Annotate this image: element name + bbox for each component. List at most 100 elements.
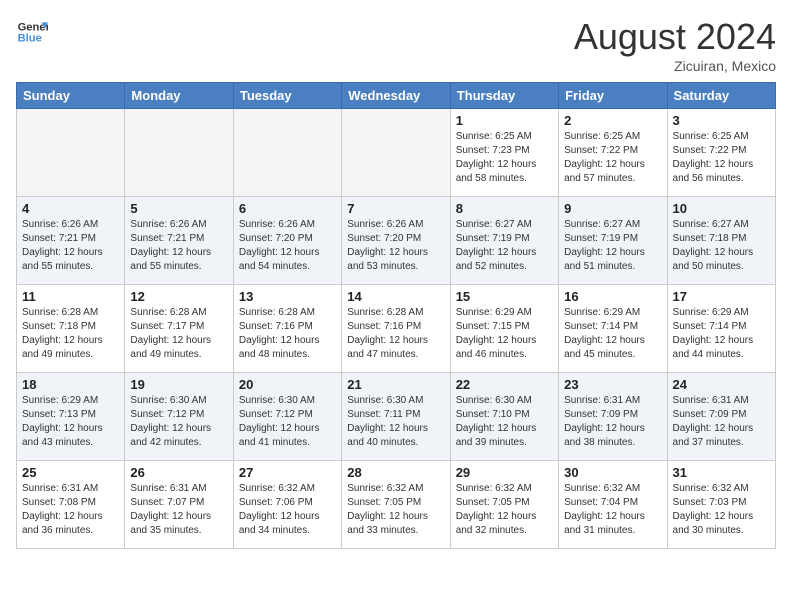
- calendar-day-cell: 8 Sunrise: 6:27 AM Sunset: 7:19 PM Daylig…: [450, 197, 558, 285]
- calendar-day-cell: 1 Sunrise: 6:25 AM Sunset: 7:23 PM Daylig…: [450, 109, 558, 197]
- weekday-header: Monday: [125, 83, 233, 109]
- calendar-day-cell: 4 Sunrise: 6:26 AM Sunset: 7:21 PM Daylig…: [17, 197, 125, 285]
- day-number: 13: [239, 289, 336, 304]
- day-info: Sunrise: 6:26 AM Sunset: 7:21 PM Dayligh…: [130, 218, 227, 274]
- day-number: 4: [22, 201, 119, 216]
- day-info: Sunrise: 6:30 AM Sunset: 7:10 PM Dayligh…: [456, 394, 553, 450]
- logo: General Blue: [16, 16, 48, 48]
- calendar-day-cell: 25 Sunrise: 6:31 AM Sunset: 7:08 PM Dayli…: [17, 461, 125, 549]
- calendar-day-cell: 26Sunrise: 6:31 AM Sunset: 7:07 PM Dayli…: [125, 461, 233, 549]
- calendar-day-cell: 31 Sunrise: 6:32 AM Sunset: 7:03 PM Dayli…: [667, 461, 775, 549]
- calendar-day-cell: 28Sunrise: 6:32 AM Sunset: 7:05 PM Dayli…: [342, 461, 450, 549]
- calendar-day-cell: 9Sunrise: 6:27 AM Sunset: 7:19 PM Daylig…: [559, 197, 667, 285]
- day-info: Sunrise: 6:31 AM Sunset: 7:09 PM Dayligh…: [673, 394, 770, 450]
- calendar-day-cell: 19 Sunrise: 6:30 AM Sunset: 7:12 PM Dayli…: [125, 373, 233, 461]
- day-number: 6: [239, 201, 336, 216]
- day-info: Sunrise: 6:29 AM Sunset: 7:15 PM Dayligh…: [456, 306, 553, 362]
- calendar-day-cell: 20 Sunrise: 6:30 AM Sunset: 7:12 PM Dayli…: [233, 373, 341, 461]
- location-subtitle: Zicuiran, Mexico: [574, 58, 776, 74]
- day-number: 12: [130, 289, 227, 304]
- day-info: Sunrise: 6:27 AM Sunset: 7:19 PM Dayligh…: [456, 218, 553, 274]
- day-number: 24: [673, 377, 770, 392]
- day-info: Sunrise: 6:26 AM Sunset: 7:20 PM Dayligh…: [347, 218, 444, 274]
- calendar-day-cell: 15 Sunrise: 6:29 AM Sunset: 7:15 PM Dayli…: [450, 285, 558, 373]
- weekday-header: Sunday: [17, 83, 125, 109]
- day-info: Sunrise: 6:30 AM Sunset: 7:12 PM Dayligh…: [130, 394, 227, 450]
- day-info: Sunrise: 6:27 AM Sunset: 7:18 PM Dayligh…: [673, 218, 770, 274]
- page-header: General Blue August 2024 Zicuiran, Mexic…: [16, 16, 776, 74]
- day-number: 5: [130, 201, 227, 216]
- day-number: 17: [673, 289, 770, 304]
- day-number: 23: [564, 377, 661, 392]
- weekday-header: Saturday: [667, 83, 775, 109]
- day-number: 19: [130, 377, 227, 392]
- day-info: Sunrise: 6:28 AM Sunset: 7:18 PM Dayligh…: [22, 306, 119, 362]
- day-number: 28: [347, 465, 444, 480]
- weekday-header: Thursday: [450, 83, 558, 109]
- day-info: Sunrise: 6:25 AM Sunset: 7:23 PM Dayligh…: [456, 130, 553, 186]
- day-number: 16: [564, 289, 661, 304]
- day-number: 14: [347, 289, 444, 304]
- day-info: Sunrise: 6:30 AM Sunset: 7:12 PM Dayligh…: [239, 394, 336, 450]
- calendar-table: SundayMondayTuesdayWednesdayThursdayFrid…: [16, 82, 776, 549]
- day-info: Sunrise: 6:27 AM Sunset: 7:19 PM Dayligh…: [564, 218, 661, 274]
- empty-cell: [233, 109, 341, 197]
- day-number: 27: [239, 465, 336, 480]
- day-info: Sunrise: 6:26 AM Sunset: 7:20 PM Dayligh…: [239, 218, 336, 274]
- calendar-day-cell: 5 Sunrise: 6:26 AM Sunset: 7:21 PM Daylig…: [125, 197, 233, 285]
- month-title: August 2024: [574, 16, 776, 58]
- calendar-day-cell: 6 Sunrise: 6:26 AM Sunset: 7:20 PM Daylig…: [233, 197, 341, 285]
- day-info: Sunrise: 6:26 AM Sunset: 7:21 PM Dayligh…: [22, 218, 119, 274]
- day-number: 18: [22, 377, 119, 392]
- empty-cell: [125, 109, 233, 197]
- calendar-day-cell: 23 Sunrise: 6:31 AM Sunset: 7:09 PM Dayli…: [559, 373, 667, 461]
- day-info: Sunrise: 6:32 AM Sunset: 7:03 PM Dayligh…: [673, 482, 770, 538]
- calendar-day-cell: 10 Sunrise: 6:27 AM Sunset: 7:18 PM Dayli…: [667, 197, 775, 285]
- day-number: 10: [673, 201, 770, 216]
- day-info: Sunrise: 6:29 AM Sunset: 7:14 PM Dayligh…: [564, 306, 661, 362]
- day-info: Sunrise: 6:29 AM Sunset: 7:13 PM Dayligh…: [22, 394, 119, 450]
- day-number: 25: [22, 465, 119, 480]
- calendar-day-cell: 2 Sunrise: 6:25 AM Sunset: 7:22 PM Daylig…: [559, 109, 667, 197]
- day-info: Sunrise: 6:32 AM Sunset: 7:05 PM Dayligh…: [456, 482, 553, 538]
- calendar-day-cell: 27 Sunrise: 6:32 AM Sunset: 7:06 PM Dayli…: [233, 461, 341, 549]
- day-number: 31: [673, 465, 770, 480]
- day-number: 15: [456, 289, 553, 304]
- day-info: Sunrise: 6:28 AM Sunset: 7:16 PM Dayligh…: [239, 306, 336, 362]
- empty-cell: [17, 109, 125, 197]
- day-number: 3: [673, 113, 770, 128]
- day-info: Sunrise: 6:31 AM Sunset: 7:09 PM Dayligh…: [564, 394, 661, 450]
- day-info: Sunrise: 6:28 AM Sunset: 7:16 PM Dayligh…: [347, 306, 444, 362]
- calendar-day-cell: 13 Sunrise: 6:28 AM Sunset: 7:16 PM Dayli…: [233, 285, 341, 373]
- day-info: Sunrise: 6:32 AM Sunset: 7:06 PM Dayligh…: [239, 482, 336, 538]
- day-info: Sunrise: 6:30 AM Sunset: 7:11 PM Dayligh…: [347, 394, 444, 450]
- calendar-day-cell: 16 Sunrise: 6:29 AM Sunset: 7:14 PM Dayli…: [559, 285, 667, 373]
- day-number: 26: [130, 465, 227, 480]
- calendar-day-cell: 12 Sunrise: 6:28 AM Sunset: 7:17 PM Dayli…: [125, 285, 233, 373]
- day-number: 2: [564, 113, 661, 128]
- calendar-day-cell: 22 Sunrise: 6:30 AM Sunset: 7:10 PM Dayli…: [450, 373, 558, 461]
- day-number: 11: [22, 289, 119, 304]
- day-info: Sunrise: 6:25 AM Sunset: 7:22 PM Dayligh…: [673, 130, 770, 186]
- day-info: Sunrise: 6:32 AM Sunset: 7:04 PM Dayligh…: [564, 482, 661, 538]
- calendar-day-cell: 3 Sunrise: 6:25 AM Sunset: 7:22 PM Daylig…: [667, 109, 775, 197]
- day-number: 20: [239, 377, 336, 392]
- day-info: Sunrise: 6:25 AM Sunset: 7:22 PM Dayligh…: [564, 130, 661, 186]
- weekday-header: Wednesday: [342, 83, 450, 109]
- day-number: 1: [456, 113, 553, 128]
- day-number: 8: [456, 201, 553, 216]
- calendar-day-cell: 11 Sunrise: 6:28 AM Sunset: 7:18 PM Dayli…: [17, 285, 125, 373]
- calendar-day-cell: 18 Sunrise: 6:29 AM Sunset: 7:13 PM Dayli…: [17, 373, 125, 461]
- svg-text:Blue: Blue: [18, 33, 42, 45]
- weekday-header: Tuesday: [233, 83, 341, 109]
- calendar-day-cell: 7Sunrise: 6:26 AM Sunset: 7:20 PM Daylig…: [342, 197, 450, 285]
- calendar-day-cell: 14 Sunrise: 6:28 AM Sunset: 7:16 PM Dayli…: [342, 285, 450, 373]
- weekday-header: Friday: [559, 83, 667, 109]
- calendar-day-cell: 30Sunrise: 6:32 AM Sunset: 7:04 PM Dayli…: [559, 461, 667, 549]
- day-number: 22: [456, 377, 553, 392]
- day-info: Sunrise: 6:28 AM Sunset: 7:17 PM Dayligh…: [130, 306, 227, 362]
- empty-cell: [342, 109, 450, 197]
- calendar-day-cell: 21Sunrise: 6:30 AM Sunset: 7:11 PM Dayli…: [342, 373, 450, 461]
- day-info: Sunrise: 6:29 AM Sunset: 7:14 PM Dayligh…: [673, 306, 770, 362]
- day-info: Sunrise: 6:31 AM Sunset: 7:08 PM Dayligh…: [22, 482, 119, 538]
